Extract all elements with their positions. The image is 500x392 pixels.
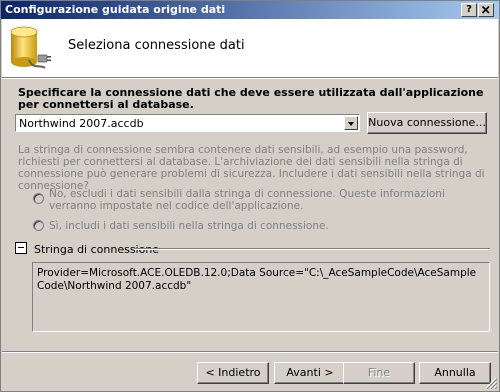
radio-exclude-sensitive[interactable] <box>33 193 44 204</box>
new-connection-button[interactable]: Nuova connessione... <box>367 112 487 134</box>
connection-dropdown[interactable]: Northwind 2007.accdb <box>15 114 360 132</box>
radio-include-sensitive-label: Sì, includi i dati sensibili nella strin… <box>49 220 329 232</box>
close-button[interactable] <box>478 3 494 17</box>
wizard-header: Seleziona connessione dati <box>2 19 498 77</box>
close-icon <box>481 5 490 14</box>
page-title: Seleziona connessione dati <box>68 38 245 53</box>
header-divider <box>2 77 498 79</box>
sensitive-data-warning: La stringa di connessione sembra contene… <box>18 144 485 192</box>
connection-dropdown-value: Northwind 2007.accdb <box>19 117 144 130</box>
connection-prompt: Specificare la connessione dati che deve… <box>18 86 484 111</box>
radio-exclude-sensitive-label: No, escludi i dati sensibili dalla strin… <box>49 188 445 212</box>
database-plug-icon <box>10 26 51 69</box>
connection-string-box[interactable]: Provider=Microsoft.ACE.OLEDB.12.0;Data S… <box>32 262 490 332</box>
wizard-window: Configurazione guidata origine dati ? Se… <box>0 0 500 392</box>
title-bar[interactable]: Configurazione guidata origine dati ? <box>1 1 499 19</box>
cancel-button[interactable]: Annulla <box>419 362 491 384</box>
back-button[interactable]: < Indietro <box>197 362 269 384</box>
radio-include-sensitive[interactable] <box>33 220 44 231</box>
group-divider <box>134 248 490 250</box>
collapse-toggle[interactable] <box>15 242 27 254</box>
next-button[interactable]: Avanti > <box>274 362 346 384</box>
finish-button[interactable]: Fine <box>343 362 415 384</box>
minus-icon <box>18 247 24 248</box>
window-title: Configurazione guidata origine dati <box>5 3 226 16</box>
help-button[interactable]: ? <box>461 3 477 17</box>
chevron-down-icon <box>348 122 354 126</box>
resize-grip-icon[interactable] <box>485 377 497 389</box>
connection-string-text: Provider=Microsoft.ACE.OLEDB.12.0;Data S… <box>37 267 477 292</box>
footer-divider <box>2 351 498 353</box>
dropdown-button[interactable] <box>344 116 358 130</box>
